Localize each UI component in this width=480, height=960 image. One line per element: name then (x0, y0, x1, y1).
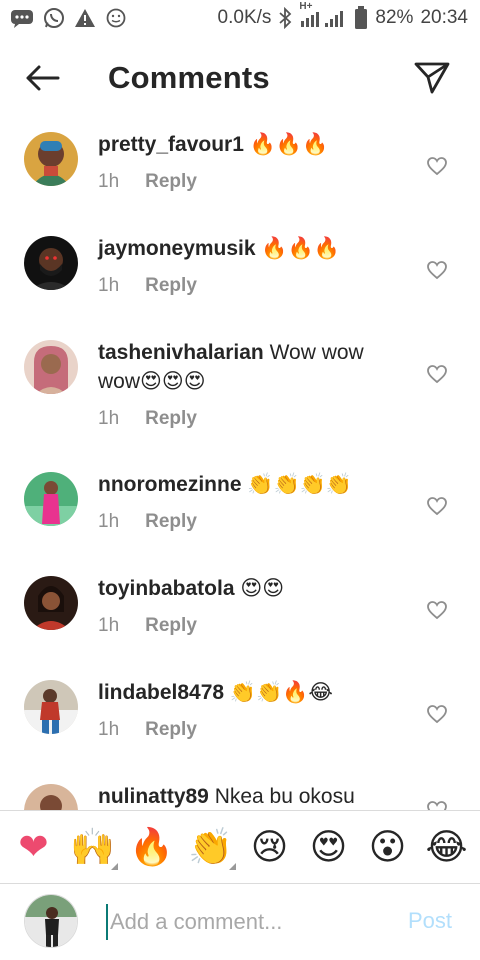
network-type: H+ (299, 1, 313, 12)
reply-button[interactable]: Reply (145, 719, 197, 741)
share-button[interactable] (412, 58, 452, 98)
crying-emoji: 😢 (250, 826, 289, 867)
back-button[interactable] (22, 60, 62, 96)
emoji-clap-button[interactable]: 👏 (188, 824, 236, 870)
like-heart-icon[interactable] (426, 704, 448, 724)
like-heart-icon[interactable] (426, 260, 448, 280)
comment-username[interactable]: jaymoneymusik (98, 237, 256, 260)
clap-emoji: 👏 (188, 826, 233, 867)
avatar[interactable] (24, 340, 78, 394)
reply-button[interactable]: Reply (145, 171, 197, 193)
paper-plane-icon (414, 62, 450, 94)
comment-text: 🔥🔥🔥 (249, 133, 329, 156)
clock: 20:34 (420, 7, 468, 28)
skin-tone-indicator (228, 863, 236, 870)
heart-eyes-emoji: 😍 (309, 826, 348, 867)
laughing-emoji: 😂 (425, 826, 468, 867)
comment-username[interactable]: toyinbabatola (98, 577, 235, 600)
signal-icon: H+ (299, 1, 347, 29)
reply-button[interactable]: Reply (145, 511, 197, 533)
my-avatar (24, 894, 78, 948)
comment-username[interactable]: nulinatty89 (98, 785, 209, 808)
whatsapp-icon (43, 7, 65, 29)
reply-button[interactable]: Reply (145, 615, 197, 637)
comment-input[interactable] (106, 904, 376, 940)
avatar[interactable] (24, 784, 78, 810)
comment-time: 1h (98, 719, 120, 740)
header: Comments (0, 36, 480, 122)
emoji-heart-button[interactable]: ❤ (11, 824, 57, 870)
comment-composer: Post (0, 884, 480, 960)
comment-text: 👏👏🔥😂 (229, 681, 333, 704)
fire-emoji: 🔥 (129, 826, 174, 867)
avatar[interactable] (24, 236, 78, 290)
avatar[interactable] (24, 576, 78, 630)
reply-button[interactable]: Reply (145, 408, 197, 430)
avatar[interactable] (24, 680, 78, 734)
status-bar: 0.0K/s H+ 82% 20:34 (0, 0, 480, 36)
comment-text: 😍😍 (240, 577, 285, 600)
comment-text: 🔥🔥🔥 (261, 237, 340, 260)
skin-tone-indicator (110, 863, 118, 870)
battery-percent: 82% (375, 7, 414, 28)
like-heart-icon[interactable] (426, 156, 448, 176)
quick-emoji-bar: ❤ 🙌 🔥 👏 😢 😍 😮 😂 (0, 810, 480, 884)
comment-time: 1h (98, 171, 120, 192)
bluetooth-icon (278, 7, 292, 29)
network-speed: 0.0K/s (217, 7, 272, 28)
messages-icon (10, 8, 34, 28)
surprised-emoji: 😮 (368, 826, 407, 867)
heart-emoji: ❤ (18, 826, 49, 867)
comment-username[interactable]: pretty_favour1 (98, 133, 244, 156)
like-heart-icon[interactable] (426, 496, 448, 516)
comment-username[interactable]: lindabel8478 (98, 681, 224, 704)
comment-time: 1h (98, 275, 120, 296)
emoji-heart-eyes-button[interactable]: 😍 (306, 824, 352, 870)
comment-text: 👏👏👏👏 (247, 473, 352, 496)
post-button[interactable]: Post (408, 908, 452, 934)
comment-time: 1h (98, 615, 120, 636)
comment-time: 1h (98, 511, 120, 532)
comments-list[interactable]: pretty_favour1 🔥🔥🔥 1h Reply jaymoneymusik… (0, 122, 480, 810)
page-title: Comments (108, 60, 270, 95)
comment-text: Nkea bu okosu (214, 785, 355, 808)
emoji-raised-hands-button[interactable]: 🙌 (70, 824, 118, 870)
arrow-left-icon (26, 65, 60, 91)
like-heart-icon[interactable] (426, 800, 448, 810)
comment-time: 1h (98, 408, 120, 429)
warning-icon (74, 8, 96, 28)
emoji-laughing-button[interactable]: 😂 (424, 824, 470, 870)
reply-button[interactable]: Reply (145, 275, 197, 297)
raised-hands-emoji: 🙌 (70, 826, 115, 867)
like-heart-icon[interactable] (426, 364, 448, 384)
comment-username[interactable]: nnoromezinne (98, 473, 242, 496)
smiley-icon (105, 7, 127, 29)
emoji-fire-button[interactable]: 🔥 (129, 824, 175, 870)
like-heart-icon[interactable] (426, 600, 448, 620)
avatar[interactable] (24, 472, 78, 526)
battery-icon (354, 6, 368, 30)
emoji-crying-button[interactable]: 😢 (247, 824, 293, 870)
comment-username[interactable]: tashenivhalarian (98, 341, 264, 364)
emoji-surprised-button[interactable]: 😮 (365, 824, 411, 870)
avatar[interactable] (24, 132, 78, 186)
